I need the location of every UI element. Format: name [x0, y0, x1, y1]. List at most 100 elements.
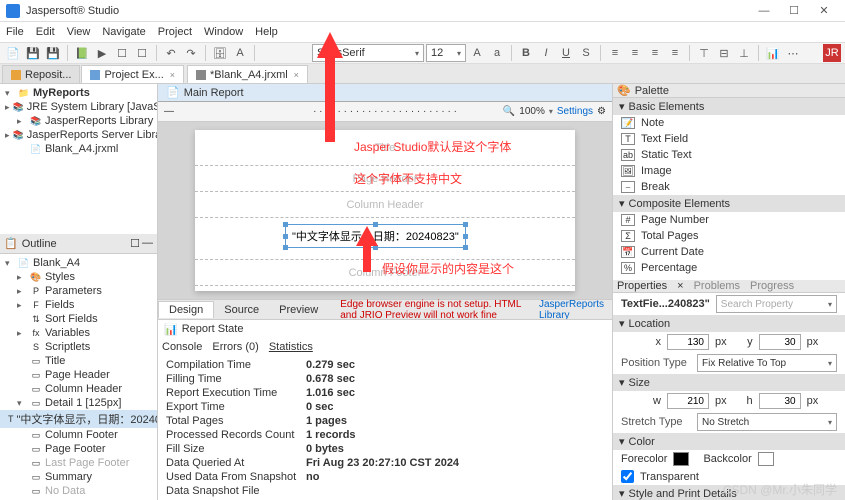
- perspective-icon[interactable]: JR: [823, 44, 841, 62]
- bold-icon[interactable]: B: [517, 44, 535, 62]
- loc-x-input[interactable]: [667, 334, 709, 350]
- outline-tree[interactable]: ▾📄Blank_A4▸🎨Styles▸PParameters▸FFields⇅S…: [0, 254, 157, 500]
- palette-item[interactable]: abStatic Text: [613, 147, 845, 163]
- tree-item[interactable]: ▸📚JasperReports Library: [0, 114, 157, 128]
- palette-item[interactable]: ΣTotal Pages: [613, 228, 845, 244]
- settings-link[interactable]: Settings: [557, 106, 593, 117]
- settings-gear-icon[interactable]: ⚙: [597, 106, 606, 117]
- section-size[interactable]: ▾ Size: [613, 374, 845, 391]
- more-icon[interactable]: ⋯: [784, 44, 802, 62]
- tab-errors[interactable]: Errors (0): [212, 341, 258, 353]
- tree-item[interactable]: ▭Title: [0, 354, 157, 368]
- tab-properties[interactable]: Properties: [617, 280, 667, 292]
- loc-y-input[interactable]: [759, 334, 801, 350]
- band-detail[interactable]: Detail 1 "中文字体显示，日期：20240823": [195, 218, 575, 260]
- tree-item[interactable]: 📄Blank_A4.jrxml: [0, 142, 157, 156]
- align-right-icon[interactable]: ≡: [646, 44, 664, 62]
- menu-view[interactable]: View: [67, 26, 91, 38]
- font-size-select[interactable]: 12▾: [426, 44, 466, 62]
- dec-size-icon[interactable]: a: [488, 44, 506, 62]
- italic-icon[interactable]: I: [537, 44, 555, 62]
- menu-navigate[interactable]: Navigate: [102, 26, 145, 38]
- tab-preview[interactable]: Preview: [269, 302, 328, 318]
- tree-item[interactable]: ⇅Sort Fields: [0, 312, 157, 326]
- tab-design[interactable]: Design: [158, 301, 214, 318]
- dataset-icon[interactable]: 🗄: [211, 44, 229, 62]
- tree-item[interactable]: ▸fxVariables: [0, 326, 157, 340]
- tree-item[interactable]: ▭Column Header: [0, 382, 157, 396]
- tree-item[interactable]: ▸PParameters: [0, 284, 157, 298]
- band-column-footer[interactable]: Column Footer: [195, 260, 575, 286]
- tree-item[interactable]: ▾📄Blank_A4: [0, 256, 157, 270]
- design-canvas[interactable]: Title Page Header Column Header Detail 1…: [158, 122, 612, 299]
- run-icon[interactable]: ▶: [93, 44, 111, 62]
- tab-repository[interactable]: Reposit...: [2, 65, 80, 83]
- save-icon[interactable]: 💾: [24, 44, 42, 62]
- valign-bot-icon[interactable]: ⊥: [735, 44, 753, 62]
- align-center-icon[interactable]: ≡: [626, 44, 644, 62]
- section-location[interactable]: ▾ Location: [613, 315, 845, 332]
- font-family-select[interactable]: SansSerif▾: [312, 44, 424, 62]
- outline-min-icon[interactable]: —: [142, 237, 153, 250]
- close-button[interactable]: ✕: [809, 2, 839, 20]
- valign-top-icon[interactable]: ⊤: [695, 44, 713, 62]
- palette-item[interactable]: 📅Current Date: [613, 244, 845, 260]
- tool2-icon[interactable]: ☐: [133, 44, 151, 62]
- zoom-out-icon[interactable]: 🔍: [503, 106, 515, 117]
- position-type-select[interactable]: Fix Relative To Top▾: [697, 354, 837, 372]
- menu-file[interactable]: File: [6, 26, 24, 38]
- maximize-button[interactable]: ☐: [779, 2, 809, 20]
- size-w-input[interactable]: [667, 393, 709, 409]
- tree-item[interactable]: ▭Summary: [0, 470, 157, 484]
- tab-source[interactable]: Source: [214, 302, 269, 318]
- backcolor-swatch[interactable]: [758, 452, 774, 466]
- undo-icon[interactable]: ↶: [162, 44, 180, 62]
- tab-progress[interactable]: Progress: [750, 280, 794, 292]
- tree-item[interactable]: ▾📁MyReports: [0, 86, 157, 100]
- jasperreports-library-link[interactable]: JasperReports Library: [539, 299, 604, 321]
- tool1-icon[interactable]: ☐: [113, 44, 131, 62]
- menu-window[interactable]: Window: [204, 26, 243, 38]
- palette-basic-header[interactable]: ▾ Basic Elements: [613, 98, 845, 115]
- section-color[interactable]: ▾ Color: [613, 433, 845, 450]
- tree-item[interactable]: T"中文字体显示，日期：20240823": [0, 410, 157, 428]
- style-icon[interactable]: A: [231, 44, 249, 62]
- menu-edit[interactable]: Edit: [36, 26, 55, 38]
- strike-icon[interactable]: S: [577, 44, 595, 62]
- text-field-element[interactable]: "中文字体显示，日期：20240823": [285, 224, 466, 248]
- palette-item[interactable]: #Page Number: [613, 212, 845, 228]
- align-left-icon[interactable]: ≡: [606, 44, 624, 62]
- tree-item[interactable]: ▸📚JasperReports Server Library: [0, 128, 157, 142]
- band-page-header[interactable]: Page Header: [195, 166, 575, 192]
- tab-statistics[interactable]: Statistics: [269, 341, 313, 353]
- search-property-input[interactable]: Search Property▾: [716, 295, 837, 313]
- tab-console[interactable]: Console: [162, 341, 202, 353]
- menu-help[interactable]: Help: [255, 26, 278, 38]
- save-all-icon[interactable]: 💾: [44, 44, 62, 62]
- tab-project-explorer[interactable]: Project Ex...×: [81, 65, 184, 83]
- zoom-value[interactable]: 100%: [519, 106, 545, 117]
- transparent-checkbox[interactable]: [621, 470, 634, 483]
- menu-project[interactable]: Project: [158, 26, 192, 38]
- tree-item[interactable]: SScriptlets: [0, 340, 157, 354]
- tree-item[interactable]: ▭Last Page Footer: [0, 456, 157, 470]
- underline-icon[interactable]: U: [557, 44, 575, 62]
- chart-icon[interactable]: 📊: [764, 44, 782, 62]
- tree-item[interactable]: ▸FFields: [0, 298, 157, 312]
- align-justify-icon[interactable]: ≡: [666, 44, 684, 62]
- tab-editor[interactable]: *Blank_A4.jrxml×: [187, 65, 308, 83]
- palette-item[interactable]: 🖼Image: [613, 163, 845, 179]
- build-icon[interactable]: 📗: [73, 44, 91, 62]
- tree-item[interactable]: ▸🎨Styles: [0, 270, 157, 284]
- size-h-input[interactable]: [759, 393, 801, 409]
- palette-item[interactable]: 📝Note: [613, 115, 845, 131]
- palette-item[interactable]: ⎯Break: [613, 179, 845, 195]
- outline-tool-icon[interactable]: ☐: [130, 237, 140, 250]
- tree-item[interactable]: ▭Page Header: [0, 368, 157, 382]
- tree-item[interactable]: ▸📚JRE System Library [JavaSE-11]: [0, 100, 157, 114]
- stretch-type-select[interactable]: No Stretch▾: [697, 413, 837, 431]
- forecolor-swatch[interactable]: [673, 452, 689, 466]
- palette-item[interactable]: TText Field: [613, 131, 845, 147]
- band-title[interactable]: Title: [195, 130, 575, 166]
- band-column-header[interactable]: Column Header: [195, 192, 575, 218]
